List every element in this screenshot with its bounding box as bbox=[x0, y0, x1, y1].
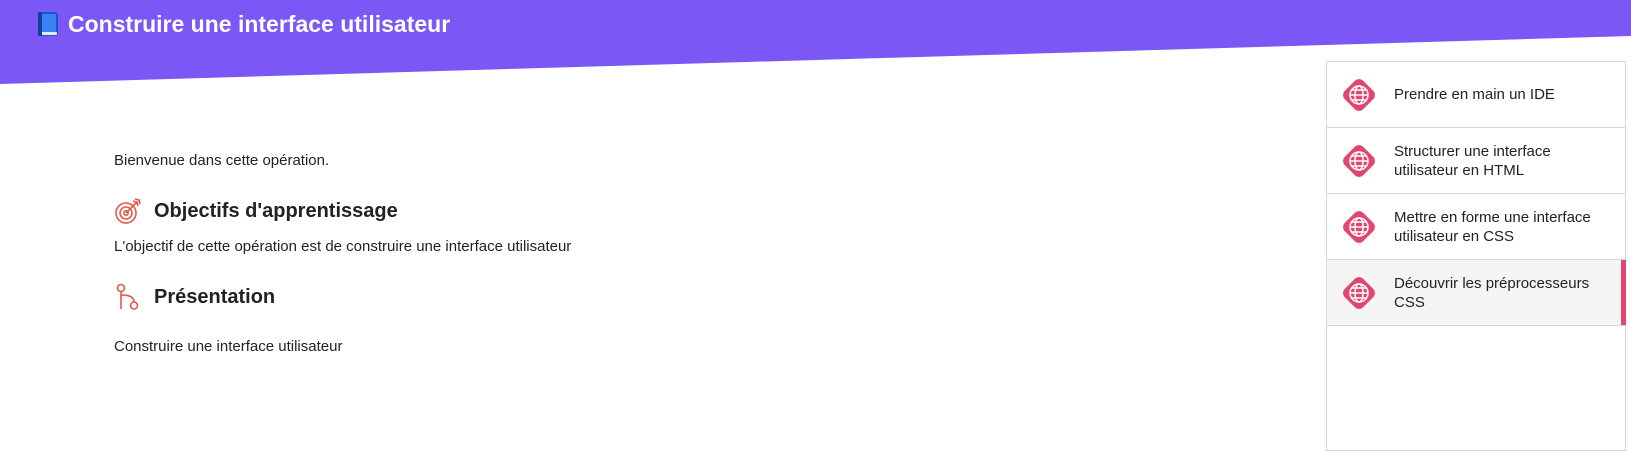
globe-icon bbox=[1339, 273, 1379, 313]
sidebar-item-label: Mettre en forme une interface utilisateu… bbox=[1394, 208, 1591, 245]
page-title-text: Construire une interface utilisateur bbox=[68, 10, 451, 37]
objectives-text: L'objectif de cette opération est de con… bbox=[114, 238, 572, 255]
sidebar-item-preprocessors[interactable]: Découvrir les préprocesseurs CSS bbox=[1327, 260, 1626, 326]
sidebar-item-html[interactable]: Structurer une interface utilisateur en … bbox=[1327, 128, 1625, 194]
presentation-title: Présentation bbox=[154, 285, 276, 308]
book-icon bbox=[36, 10, 60, 38]
sidebar: Prendre en main un IDE Structurer une in… bbox=[1326, 61, 1626, 451]
target-icon bbox=[114, 197, 142, 225]
presentation-heading: Présentation bbox=[114, 283, 275, 311]
globe-icon bbox=[1339, 207, 1379, 247]
page-title: Construire une interface utilisateur bbox=[36, 6, 450, 42]
sidebar-item-label: Prendre en main un IDE bbox=[1394, 86, 1555, 103]
objectives-title: Objectifs d'apprentissage bbox=[154, 199, 398, 222]
branch-icon bbox=[114, 283, 142, 311]
intro-text: Bienvenue dans cette opération. bbox=[114, 152, 330, 169]
sidebar-item-css[interactable]: Mettre en forme une interface utilisateu… bbox=[1327, 194, 1625, 260]
objectives-heading: Objectifs d'apprentissage bbox=[114, 197, 398, 225]
presentation-text: Construire une interface utilisateur bbox=[114, 338, 343, 355]
globe-icon bbox=[1339, 75, 1379, 115]
sidebar-item-ide[interactable]: Prendre en main un IDE bbox=[1327, 62, 1625, 128]
sidebar-item-label: Découvrir les préprocesseurs CSS bbox=[1394, 274, 1590, 311]
sidebar-item-label: Structurer une interface utilisateur en … bbox=[1394, 142, 1551, 179]
globe-icon bbox=[1339, 141, 1379, 181]
